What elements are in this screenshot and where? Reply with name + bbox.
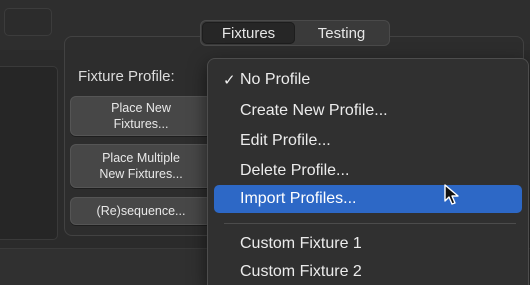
- menu-item-no-profile[interactable]: ✓ No Profile: [214, 66, 522, 94]
- tab-segmented-control: Fixtures Testing: [200, 20, 390, 46]
- menu-item-label: Import Profiles...: [240, 190, 357, 207]
- menu-item-label: Custom Fixture 1: [240, 235, 362, 252]
- fixture-profile-menu: ✓ No Profile Create New Profile... Edit …: [207, 58, 529, 285]
- fixture-profile-label: Fixture Profile:: [78, 68, 175, 85]
- menu-item-custom-fixture-1[interactable]: Custom Fixture 1: [214, 230, 522, 258]
- left-panel: [0, 66, 58, 240]
- menu-item-edit-profile[interactable]: Edit Profile...: [214, 127, 522, 155]
- checkmark-icon: ✓: [223, 72, 236, 89]
- tab-fixtures[interactable]: Fixtures: [202, 22, 295, 44]
- tab-testing[interactable]: Testing: [295, 22, 388, 44]
- menu-item-custom-fixture-2[interactable]: Custom Fixture 2: [214, 258, 522, 285]
- top-left-field[interactable]: [4, 8, 52, 36]
- place-new-fixtures-button[interactable]: Place New Fixtures...: [70, 96, 212, 136]
- menu-item-label: Create New Profile...: [240, 102, 388, 119]
- resequence-button[interactable]: (Re)sequence...: [70, 197, 212, 225]
- menu-item-create-new-profile[interactable]: Create New Profile...: [214, 97, 522, 125]
- menu-separator: [224, 223, 516, 224]
- menu-item-label: Custom Fixture 2: [240, 263, 362, 280]
- place-multiple-fixtures-button[interactable]: Place Multiple New Fixtures...: [70, 144, 212, 188]
- mouse-pointer-icon: [444, 184, 459, 205]
- menu-item-delete-profile[interactable]: Delete Profile...: [214, 157, 522, 185]
- menu-item-label: No Profile: [240, 71, 311, 88]
- menu-item-label: Delete Profile...: [240, 162, 350, 179]
- menu-item-import-profiles[interactable]: Import Profiles...: [214, 185, 522, 213]
- menu-item-label: Edit Profile...: [240, 132, 331, 149]
